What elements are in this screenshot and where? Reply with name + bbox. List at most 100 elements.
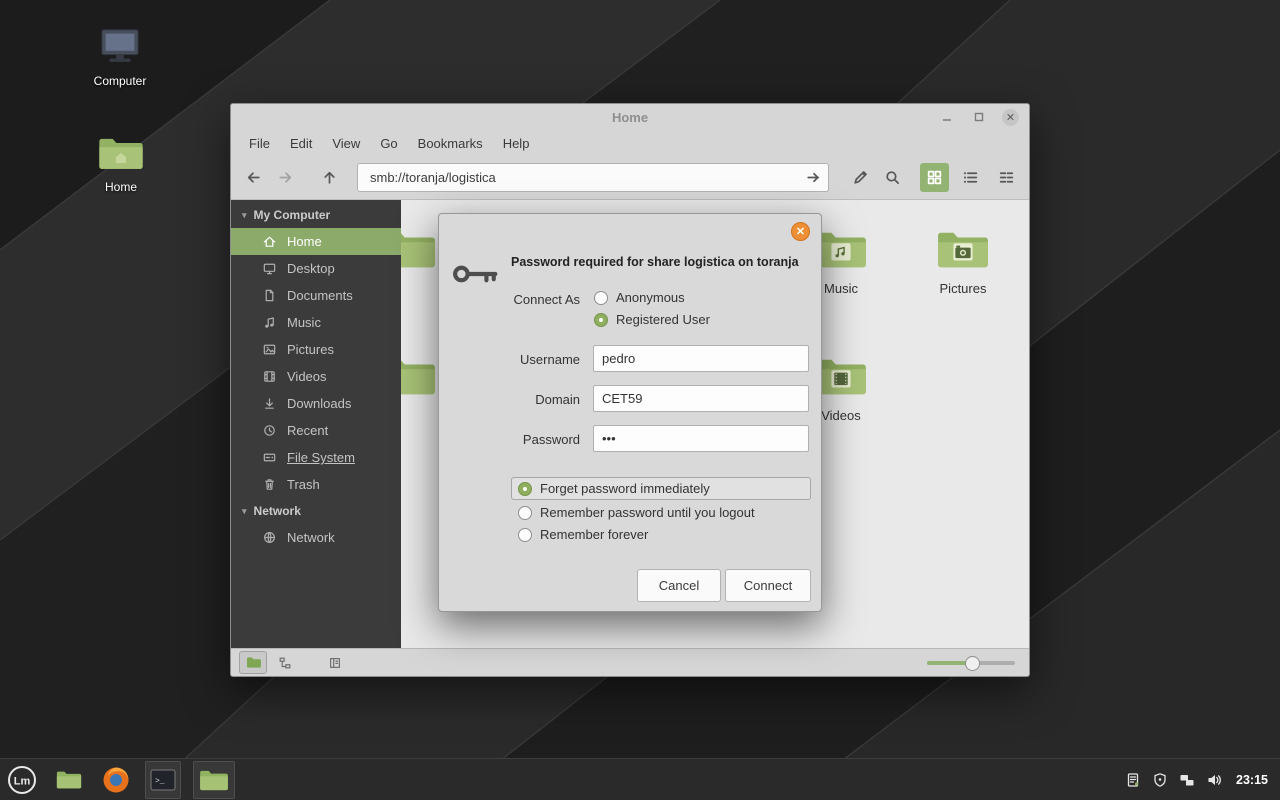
sidebar-item-desktop[interactable]: Desktop bbox=[231, 255, 401, 282]
treeview-toggle-button[interactable] bbox=[271, 651, 299, 674]
volume-icon bbox=[1206, 772, 1222, 788]
menu-file[interactable]: File bbox=[239, 132, 280, 155]
home-folder-icon bbox=[96, 132, 146, 174]
menu-edit[interactable]: Edit bbox=[280, 132, 322, 155]
zoom-handle[interactable] bbox=[965, 656, 980, 671]
list-view-icon bbox=[962, 169, 979, 186]
forward-button[interactable] bbox=[271, 163, 300, 192]
radio-anonymous[interactable]: Anonymous bbox=[594, 290, 685, 305]
sidebar-item-home[interactable]: Home bbox=[231, 228, 401, 255]
documents-icon bbox=[262, 288, 277, 303]
minimize-button[interactable] bbox=[938, 108, 956, 126]
radio-circle[interactable] bbox=[518, 506, 532, 520]
terminal-icon: >_ bbox=[150, 769, 176, 791]
search-button[interactable] bbox=[878, 163, 907, 192]
taskbar-clock[interactable]: 23:15 bbox=[1236, 773, 1268, 787]
radio-circle[interactable] bbox=[594, 313, 608, 327]
firefox-launcher[interactable] bbox=[99, 763, 133, 797]
tray-notes-button[interactable] bbox=[1124, 771, 1142, 789]
radio-remember-until-logout[interactable]: Remember password until you logout bbox=[518, 505, 755, 520]
radio-registered-user[interactable]: Registered User bbox=[594, 312, 710, 327]
window-title: Home bbox=[231, 110, 1029, 125]
computer-icon bbox=[97, 26, 143, 68]
sidebar-item-music[interactable]: Music bbox=[231, 309, 401, 336]
menu-view[interactable]: View bbox=[322, 132, 370, 155]
zoom-slider[interactable] bbox=[927, 661, 1015, 665]
sidebar-item-videos[interactable]: Videos bbox=[231, 363, 401, 390]
maximize-button[interactable] bbox=[970, 108, 988, 126]
videos-icon bbox=[262, 369, 277, 384]
go-arrow-icon[interactable] bbox=[805, 169, 822, 186]
firewall-tray-button[interactable] bbox=[1151, 771, 1169, 789]
mint-menu-button[interactable]: Lm bbox=[5, 763, 39, 797]
radio-circle[interactable] bbox=[518, 482, 532, 496]
sidebar-item-downloads[interactable]: Downloads bbox=[231, 390, 401, 417]
menu-go[interactable]: Go bbox=[370, 132, 407, 155]
radio-remember-forever[interactable]: Remember forever bbox=[518, 527, 648, 542]
back-button[interactable] bbox=[239, 163, 268, 192]
folder-icon bbox=[401, 226, 439, 272]
notes-icon bbox=[1125, 772, 1141, 788]
username-field[interactable] bbox=[593, 345, 809, 372]
desktop-icon-label: Home bbox=[73, 180, 169, 194]
desktop-icon-home[interactable]: Home bbox=[73, 132, 169, 194]
file-manager-window-button[interactable] bbox=[193, 761, 235, 799]
dialog-close-button[interactable]: ✕ bbox=[791, 222, 810, 241]
files-launcher[interactable] bbox=[52, 763, 86, 797]
partially-visible-folder[interactable] bbox=[401, 353, 439, 399]
radio-circle[interactable] bbox=[518, 528, 532, 542]
sidebar-section-network[interactable]: ▾ Network bbox=[231, 498, 401, 524]
sidebar: ▾ My Computer Home Desktop Documents Mus… bbox=[231, 200, 401, 648]
password-dialog: ✕ Password required for share logistica … bbox=[438, 213, 822, 612]
pane-icon bbox=[328, 656, 342, 670]
menu-bookmarks[interactable]: Bookmarks bbox=[408, 132, 493, 155]
downloads-icon bbox=[262, 396, 277, 411]
pictures-folder-icon bbox=[934, 226, 992, 272]
toggle-pane-button[interactable] bbox=[321, 651, 349, 674]
shield-icon bbox=[1152, 772, 1168, 788]
mint-logo-icon: Lm bbox=[7, 765, 37, 795]
radio-forget-password[interactable]: Forget password immediately bbox=[511, 477, 811, 500]
zoom-track[interactable] bbox=[927, 661, 1015, 665]
domain-label: Domain bbox=[439, 392, 580, 407]
terminal-window-button[interactable]: >_ bbox=[145, 761, 181, 799]
location-input[interactable] bbox=[368, 169, 805, 186]
cancel-button[interactable]: Cancel bbox=[637, 569, 721, 602]
file-item-pictures[interactable]: Pictures bbox=[908, 226, 1018, 296]
titlebar[interactable]: Home ✕ bbox=[231, 104, 1029, 130]
sidebar-item-pictures[interactable]: Pictures bbox=[231, 336, 401, 363]
home-window-icon bbox=[198, 767, 230, 793]
sidebar-section-my-computer[interactable]: ▾ My Computer bbox=[231, 202, 401, 228]
desktop-icon-computer[interactable]: Computer bbox=[72, 26, 168, 88]
password-label: Password bbox=[439, 432, 580, 447]
sidebar-item-documents[interactable]: Documents bbox=[231, 282, 401, 309]
taskbar: Lm >_ bbox=[0, 758, 1280, 800]
list-view-button[interactable] bbox=[956, 163, 985, 192]
compact-view-button[interactable] bbox=[992, 163, 1021, 192]
volume-tray-button[interactable] bbox=[1205, 771, 1223, 789]
edit-location-button[interactable] bbox=[846, 163, 875, 192]
places-toggle-button[interactable] bbox=[239, 651, 267, 674]
sidebar-item-recent[interactable]: Recent bbox=[231, 417, 401, 444]
domain-field[interactable] bbox=[593, 385, 809, 412]
view-toggle-group bbox=[920, 163, 1021, 192]
password-field[interactable] bbox=[593, 425, 809, 452]
location-bar[interactable] bbox=[357, 163, 829, 192]
tree-icon bbox=[278, 656, 292, 670]
mini-folder-icon bbox=[246, 656, 261, 669]
radio-circle[interactable] bbox=[594, 291, 608, 305]
close-button[interactable]: ✕ bbox=[1002, 109, 1019, 126]
partially-visible-folder[interactable] bbox=[401, 226, 439, 272]
svg-text:>_: >_ bbox=[155, 777, 165, 786]
sidebar-item-network[interactable]: Network bbox=[231, 524, 401, 551]
up-button[interactable] bbox=[315, 163, 344, 192]
connect-button[interactable]: Connect bbox=[725, 569, 811, 602]
sidebar-item-file-system[interactable]: File System bbox=[231, 444, 401, 471]
grid-view-button[interactable] bbox=[920, 163, 949, 192]
desktop-icon bbox=[262, 261, 277, 276]
menu-help[interactable]: Help bbox=[493, 132, 540, 155]
compact-view-icon bbox=[998, 169, 1015, 186]
username-label: Username bbox=[439, 352, 580, 367]
network-tray-button[interactable] bbox=[1178, 771, 1196, 789]
sidebar-item-trash[interactable]: Trash bbox=[231, 471, 401, 498]
